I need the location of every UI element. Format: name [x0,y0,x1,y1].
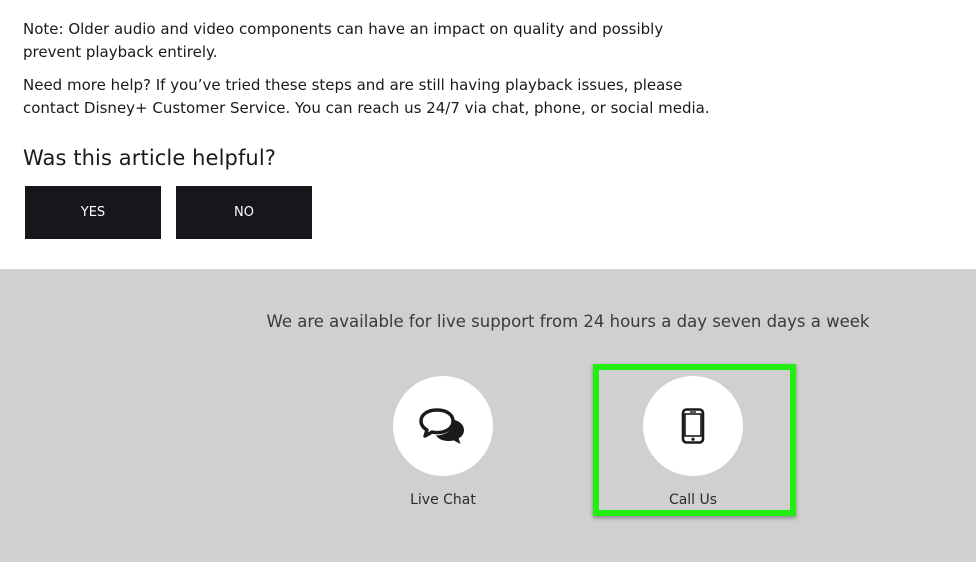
live-support-section: We are available for live support from 2… [0,269,976,562]
chat-bubbles-icon [419,408,464,444]
call-us-circle[interactable] [643,376,743,476]
mobile-phone-icon [681,408,705,444]
note-paragraph: Note: Older audio and video components c… [23,20,664,61]
call-us-option[interactable]: Call Us [623,376,763,508]
help-paragraph: Need more help? If you’ve tried these st… [23,76,710,117]
live-chat-option[interactable]: Live Chat [373,376,513,508]
article-section: Note: Older audio and video components c… [0,0,976,269]
no-button[interactable]: NO [176,186,312,239]
call-us-label[interactable]: Call Us [623,492,763,508]
live-chat-circle[interactable] [393,376,493,476]
yes-button[interactable]: YES [25,186,161,239]
helpful-question-heading: Was this article helpful? [23,146,277,170]
live-chat-label[interactable]: Live Chat [373,492,513,508]
availability-text: We are available for live support from 2… [266,312,870,331]
